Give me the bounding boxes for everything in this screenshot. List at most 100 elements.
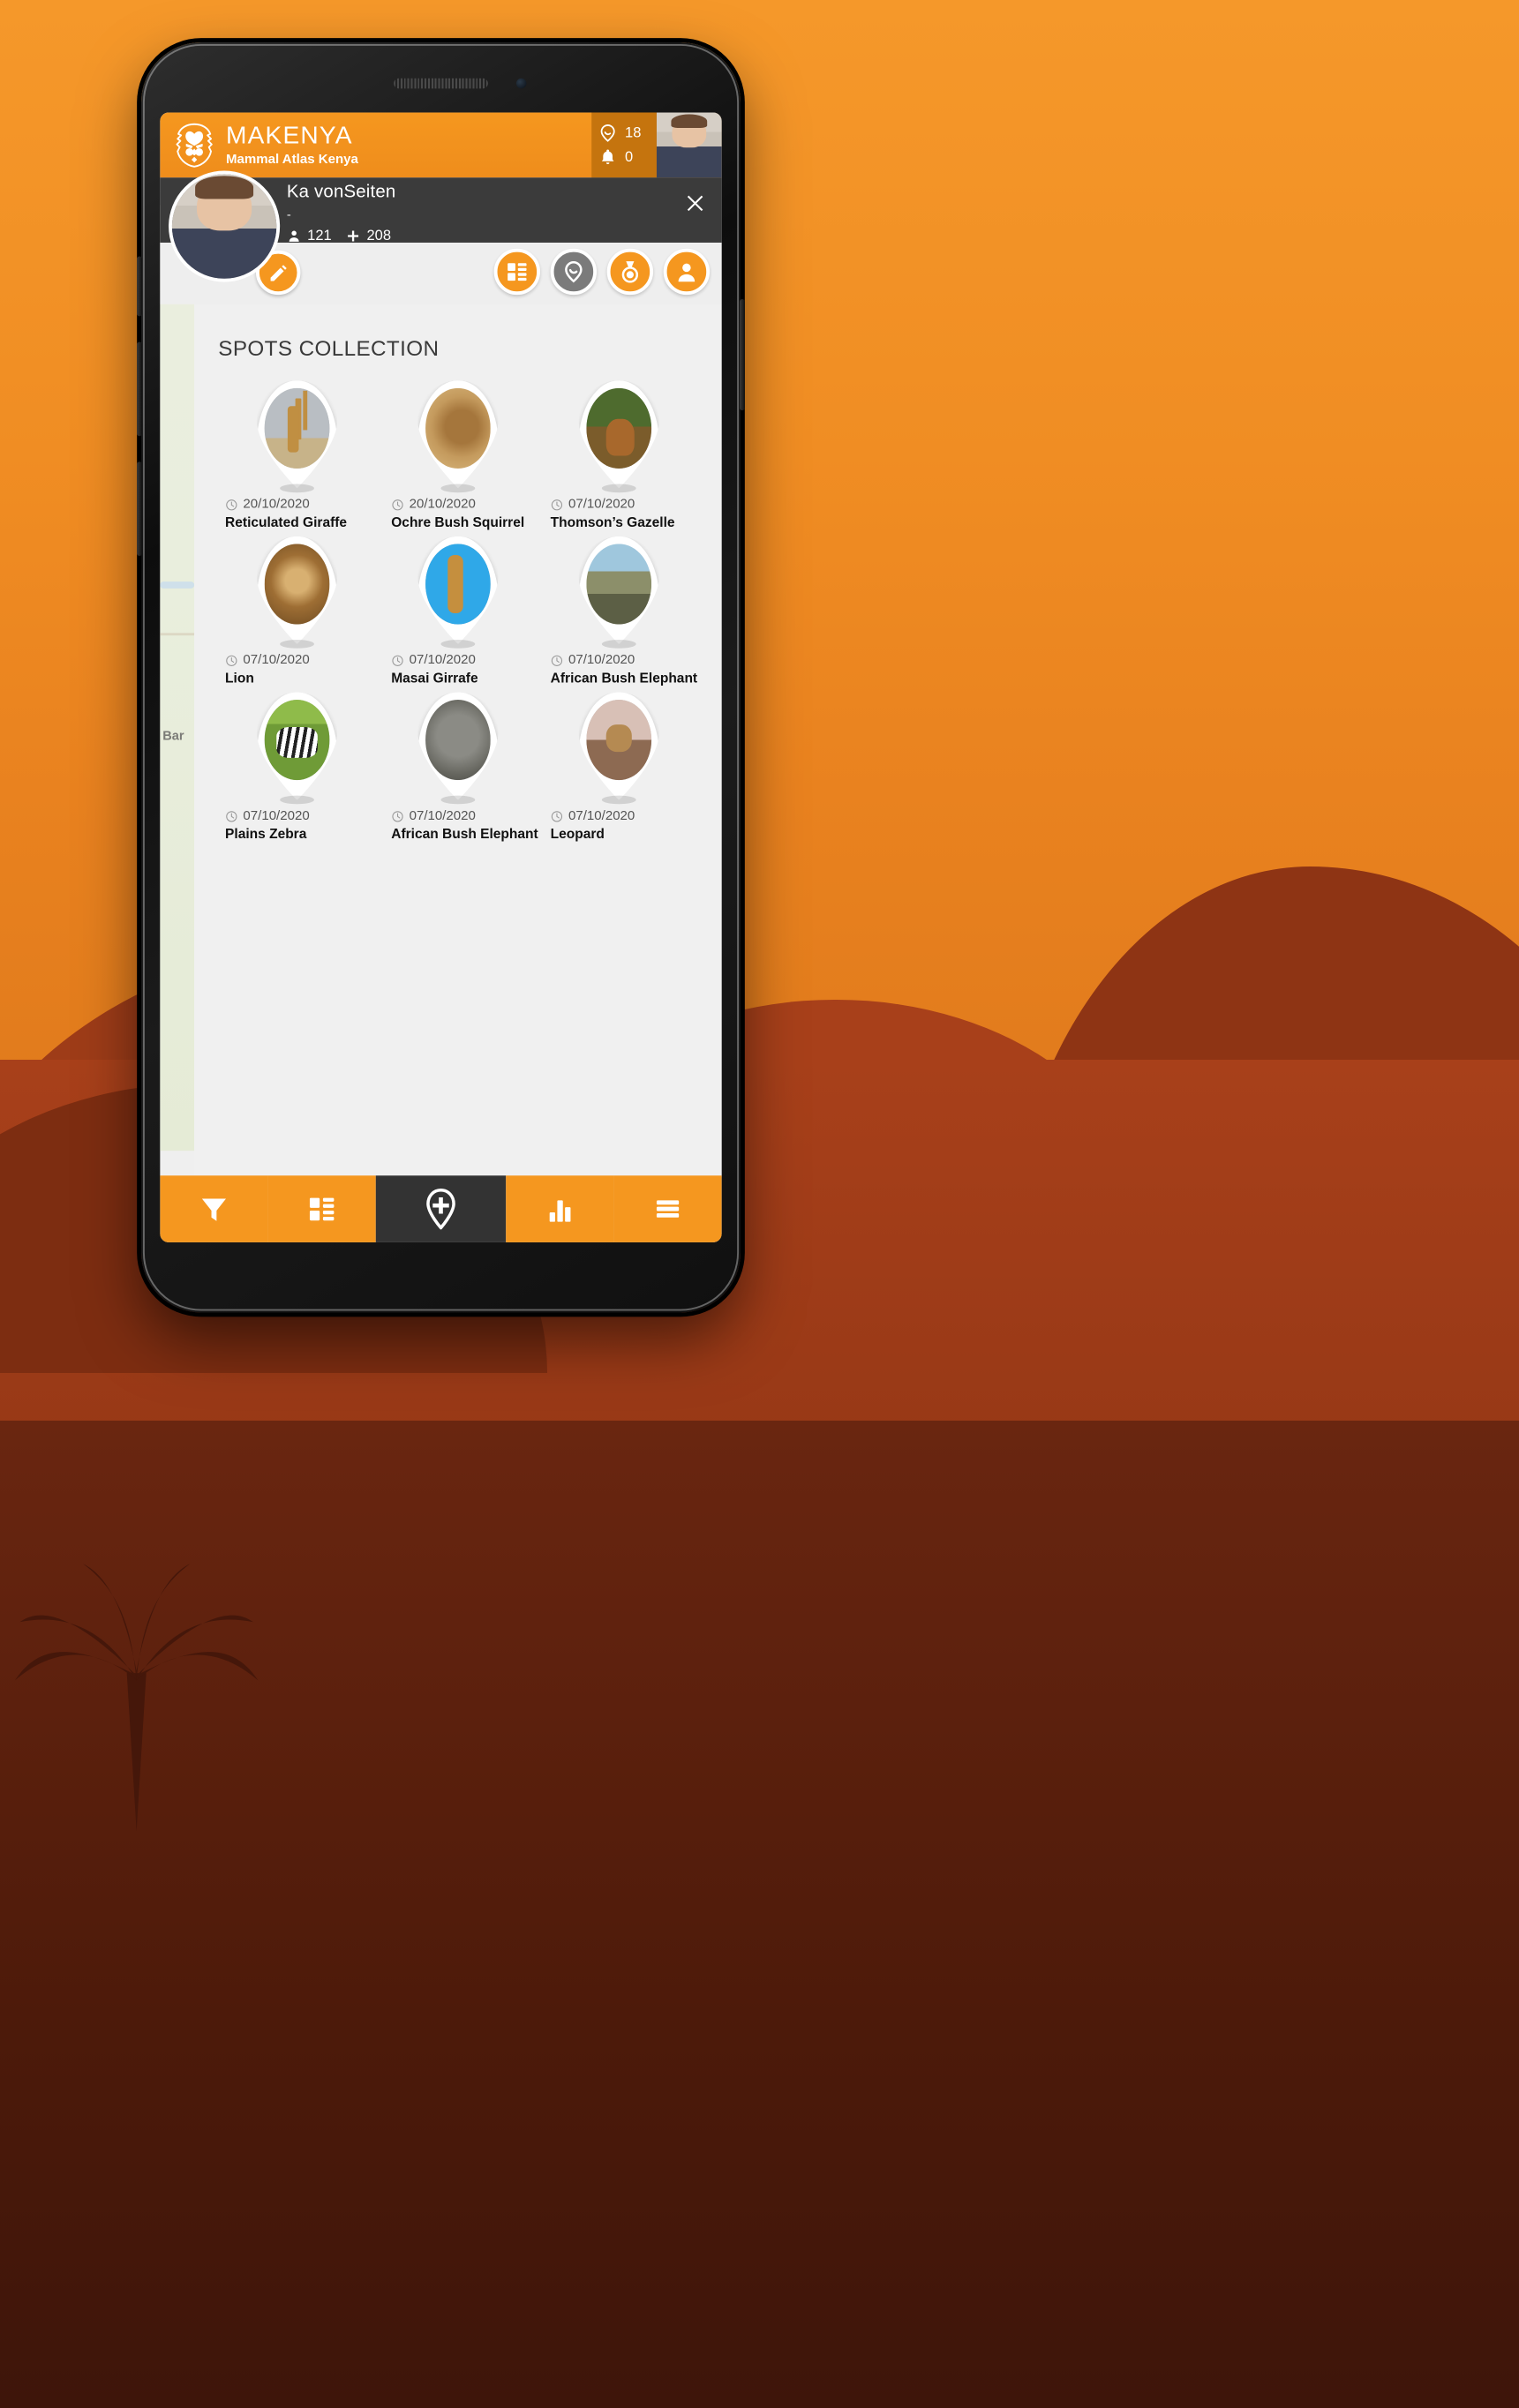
- spot-thumbnail: [425, 544, 491, 625]
- profile-avatar[interactable]: [169, 170, 281, 282]
- map-place-label: Bar: [162, 728, 184, 744]
- spot-thumbnail: [586, 387, 652, 469]
- device-button[interactable]: [137, 461, 142, 556]
- spot-date-row: 07/10/2020: [551, 809, 700, 824]
- tab-spots-grid[interactable]: [493, 248, 541, 296]
- spot-thumbnail: [425, 387, 491, 469]
- map-background[interactable]: Bar: [160, 205, 195, 1151]
- spot-meta: 07/10/2020 African Bush Elephant: [538, 644, 699, 687]
- bar-chart-icon: [549, 1200, 571, 1222]
- nav-add-spot[interactable]: [376, 1175, 506, 1242]
- clock-icon: [226, 811, 237, 822]
- spots-counter-value: 18: [625, 124, 642, 141]
- spot-name: Plains Zebra: [225, 827, 307, 843]
- pin-shadow: [440, 484, 476, 493]
- spot-name: African Bush Elephant: [391, 827, 538, 843]
- nav-stats[interactable]: [505, 1175, 614, 1242]
- spot-pin[interactable]: [579, 693, 659, 805]
- spot-card[interactable]: 07/10/2020 Thomson’s Gazelle: [538, 380, 699, 531]
- spot-date: 20/10/2020: [409, 497, 476, 512]
- clock-icon: [226, 655, 237, 666]
- spot-date: 07/10/2020: [243, 808, 310, 824]
- spot-date-row: 20/10/2020: [391, 497, 538, 512]
- pin-shadow: [440, 640, 476, 649]
- tab-achievements[interactable]: [606, 248, 654, 296]
- close-icon: [687, 195, 703, 212]
- nav-filter[interactable]: [160, 1175, 268, 1242]
- spot-meta: 07/10/2020 Lion: [216, 644, 377, 687]
- notifications-counter[interactable]: 0: [598, 147, 633, 166]
- person-icon: [678, 263, 696, 282]
- spot-pin[interactable]: [257, 380, 337, 493]
- spot-date-row: 07/10/2020: [391, 809, 538, 824]
- profile-subtitle: -: [286, 207, 291, 222]
- spot-card[interactable]: 07/10/2020 Leopard: [538, 693, 699, 844]
- spot-card[interactable]: 07/10/2020 Masai Girrafe: [378, 536, 538, 687]
- map-pin-icon: [600, 124, 615, 142]
- spot-pin[interactable]: [417, 536, 498, 649]
- header-avatar[interactable]: [656, 112, 722, 178]
- brand-tagline: Mammal Atlas Kenya: [226, 152, 358, 167]
- spot-name: Ochre Bush Squirrel: [391, 515, 525, 530]
- spot-card[interactable]: 20/10/2020 Ochre Bush Squirrel: [378, 380, 538, 531]
- funnel-icon: [201, 1198, 227, 1221]
- grid-list-icon: [508, 263, 527, 281]
- spot-card[interactable]: 20/10/2020 Reticulated Giraffe: [216, 380, 377, 531]
- earpiece-speaker: [394, 78, 488, 89]
- spot-pin[interactable]: [257, 536, 337, 649]
- spot-thumbnail: [425, 700, 491, 781]
- spot-card[interactable]: 07/10/2020 African Bush Elephant: [378, 693, 538, 844]
- spot-date: 20/10/2020: [243, 497, 310, 512]
- spot-date-row: 07/10/2020: [551, 653, 700, 668]
- clock-icon: [226, 499, 237, 510]
- nav-menu[interactable]: [613, 1175, 722, 1242]
- spot-meta: 07/10/2020 Thomson’s Gazelle: [538, 488, 699, 531]
- spot-pin[interactable]: [417, 380, 498, 493]
- spot-pin[interactable]: [579, 536, 659, 649]
- spot-card[interactable]: 07/10/2020 Plains Zebra: [216, 693, 377, 844]
- bell-icon: [601, 149, 614, 164]
- pin-shadow: [440, 795, 476, 805]
- spot-pin[interactable]: [579, 380, 659, 493]
- spot-date: 07/10/2020: [409, 808, 476, 824]
- spot-meta: 07/10/2020 African Bush Elephant: [378, 800, 538, 844]
- spot-thumbnail: [586, 544, 652, 625]
- spot-name: Lion: [225, 671, 254, 686]
- profile-tabs: [493, 248, 711, 296]
- spots-counter[interactable]: 18: [598, 124, 641, 142]
- brand-title: MAKENYA: [226, 122, 353, 150]
- device-button[interactable]: [740, 299, 745, 411]
- spot-pin[interactable]: [257, 693, 337, 805]
- profile-name: Ka vonSeiten: [286, 182, 396, 202]
- device-button[interactable]: [137, 341, 142, 437]
- pin-shadow: [280, 484, 314, 493]
- close-profile-button[interactable]: [669, 177, 722, 214]
- spot-pin[interactable]: [417, 693, 498, 805]
- brand-block[interactable]: MAKENYA Mammal Atlas Kenya: [160, 113, 591, 178]
- spots-grid: 20/10/2020 Reticulated Giraffe 20/10/2020 O…: [194, 362, 722, 844]
- hamburger-icon: [656, 1200, 680, 1218]
- spot-meta: 07/10/2020 Plains Zebra: [216, 800, 377, 844]
- clock-icon: [551, 499, 563, 510]
- notifications-counter-value: 0: [625, 148, 634, 165]
- spot-meta: 07/10/2020 Leopard: [538, 800, 699, 844]
- spot-date-row: 07/10/2020: [225, 653, 378, 668]
- clock-icon: [551, 811, 563, 822]
- spot-meta: 20/10/2020 Reticulated Giraffe: [216, 488, 377, 531]
- spot-thumbnail: [264, 387, 330, 469]
- spot-date-row: 07/10/2020: [225, 809, 378, 824]
- spot-date-row: 07/10/2020: [391, 653, 538, 668]
- plus-icon: [348, 230, 359, 241]
- spot-date: 07/10/2020: [409, 652, 476, 668]
- spot-card[interactable]: 07/10/2020 Lion: [216, 536, 377, 687]
- clock-icon: [392, 499, 403, 510]
- device-button[interactable]: [137, 256, 142, 317]
- nav-list[interactable]: [267, 1175, 377, 1242]
- bottom-navigation: [160, 1175, 722, 1242]
- pin-shadow: [601, 795, 636, 805]
- header-counters: 18 0: [591, 112, 657, 178]
- tab-map-pins[interactable]: [550, 248, 598, 296]
- spot-meta: 07/10/2020 Masai Girrafe: [378, 644, 538, 687]
- spot-card[interactable]: 07/10/2020 African Bush Elephant: [538, 536, 699, 687]
- tab-profile[interactable]: [663, 248, 711, 296]
